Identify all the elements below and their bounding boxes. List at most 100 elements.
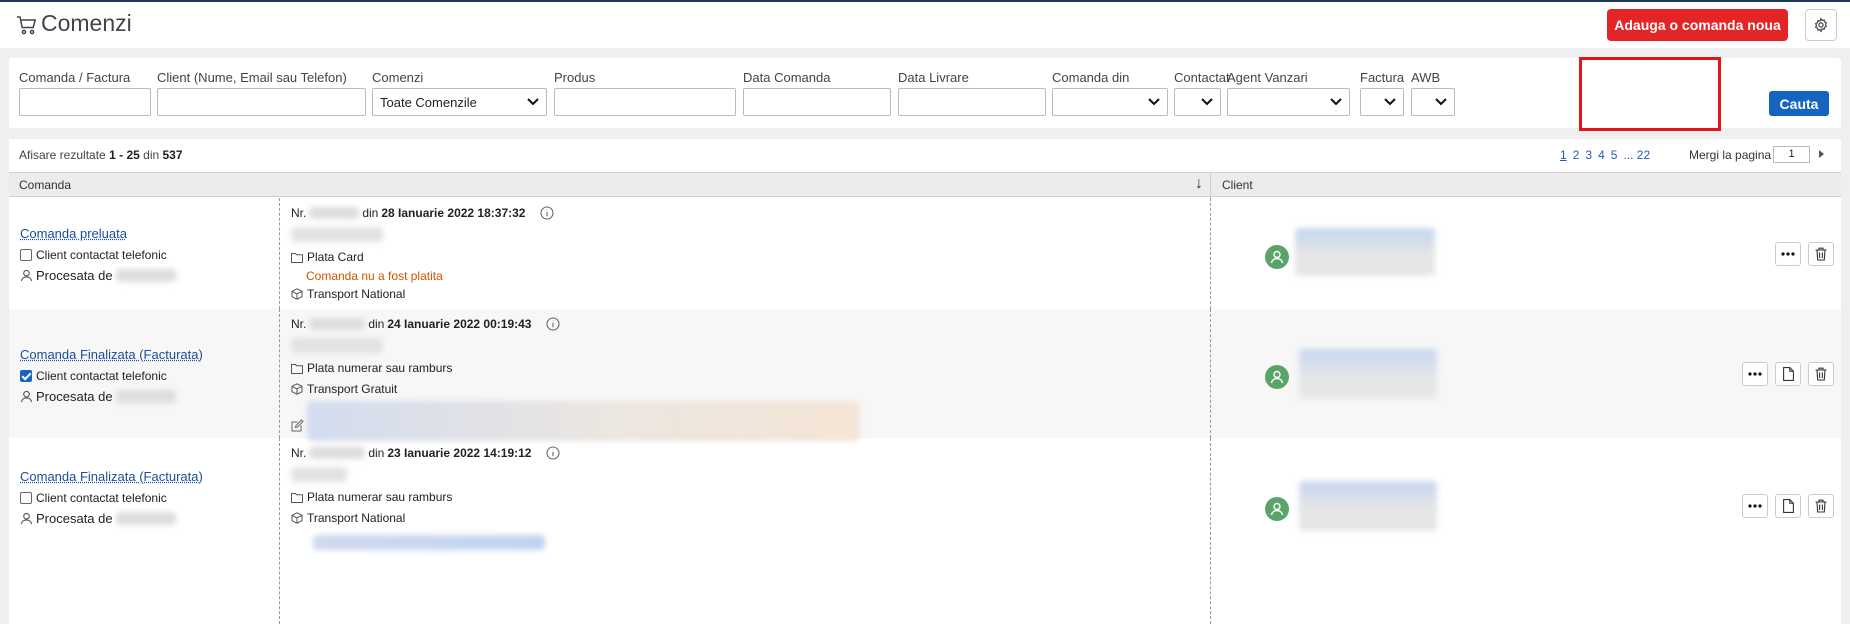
- redacted-operator: [115, 269, 176, 282]
- document-icon: [1782, 367, 1794, 381]
- payment-status: Comanda nu a fost platita: [306, 269, 443, 283]
- transport-method: Transport Gratuit: [291, 382, 397, 396]
- orders-label: Comenzi: [372, 70, 424, 85]
- page-link[interactable]: 1: [1560, 148, 1567, 162]
- order-date: 24 Ianuarie 2022 00:19:43: [387, 317, 532, 331]
- chevron-down-icon: [1148, 98, 1160, 106]
- contacted-label: Contactat: [1174, 70, 1230, 85]
- info-icon[interactable]: [546, 317, 561, 331]
- contacted-checkbox[interactable]: [20, 492, 32, 504]
- info-icon[interactable]: [546, 446, 561, 460]
- chevron-down-icon: [1384, 98, 1396, 106]
- client-avatar: [1265, 245, 1289, 269]
- redacted-order-detail: [291, 338, 383, 353]
- folder-icon: [291, 492, 303, 503]
- column-header-order[interactable]: Comanda: [19, 178, 71, 192]
- add-order-button[interactable]: Adauga o comanda noua: [1607, 9, 1788, 41]
- chevron-down-icon: [1330, 98, 1342, 106]
- order-invoice-label: Comanda / Factura: [19, 70, 131, 85]
- contacted-label: Client contactat telefonic: [36, 491, 167, 505]
- cart-icon: [17, 16, 37, 35]
- user-icon: [1270, 502, 1284, 516]
- page-link[interactable]: 4: [1598, 148, 1605, 162]
- redacted-order-number: [309, 318, 366, 330]
- document-icon: [1782, 499, 1794, 513]
- page-link[interactable]: 3: [1585, 148, 1592, 162]
- orders-select[interactable]: Toate Comenzile: [372, 88, 547, 116]
- client-input[interactable]: [157, 88, 366, 116]
- goto-page-label: Mergi la pagina: [1689, 148, 1772, 162]
- edit-icon[interactable]: [291, 419, 304, 432]
- redacted-order-number: [309, 447, 366, 459]
- invoice-select[interactable]: [1360, 88, 1404, 116]
- order-from-select[interactable]: [1052, 88, 1168, 116]
- page-link[interactable]: 2: [1573, 148, 1580, 162]
- transport-method: Transport National: [291, 511, 405, 525]
- goto-page-arrow-icon[interactable]: [1819, 150, 1824, 158]
- order-date-label: Data Comanda: [743, 70, 831, 85]
- payment-method: Plata Card: [291, 250, 364, 264]
- contacted-select[interactable]: [1174, 88, 1221, 116]
- invoice-document-button[interactable]: [1775, 494, 1801, 518]
- delivery-date-input[interactable]: [898, 88, 1046, 116]
- sales-agent-select[interactable]: [1227, 88, 1350, 116]
- processed-by: Procesata de: [20, 511, 176, 526]
- redacted-client-info: [1299, 349, 1437, 399]
- more-button[interactable]: [1775, 242, 1801, 266]
- contacted-checkbox-row[interactable]: Client contactat telefonic: [20, 369, 167, 383]
- invoice-document-button[interactable]: [1775, 362, 1801, 386]
- page-link[interactable]: ... 22: [1623, 148, 1650, 162]
- order-date-prefix: din: [368, 446, 385, 460]
- awb-select[interactable]: [1411, 88, 1455, 116]
- contacted-checkbox-row[interactable]: Client contactat telefonic: [20, 491, 167, 505]
- contacted-checkbox[interactable]: [20, 370, 32, 382]
- gear-icon: [1814, 17, 1828, 33]
- order-number-line: Nr. din 23 Ianuarie 2022 14:19:12: [291, 446, 561, 460]
- trash-icon: [1815, 499, 1827, 513]
- product-input[interactable]: [554, 88, 736, 116]
- search-button[interactable]: Cauta: [1769, 91, 1829, 116]
- awb-label: AWB: [1411, 70, 1441, 85]
- redacted-client-info: [1295, 228, 1435, 276]
- contacted-checkbox[interactable]: [20, 249, 32, 261]
- user-icon: [20, 390, 33, 403]
- delete-button[interactable]: [1808, 362, 1834, 386]
- column-divider: [279, 309, 280, 438]
- more-button[interactable]: [1742, 362, 1768, 386]
- more-button[interactable]: [1742, 494, 1768, 518]
- highlight-box: [1579, 57, 1721, 131]
- column-divider: [279, 198, 280, 309]
- client-label: Client (Nume, Email sau Telefon): [157, 70, 347, 85]
- order-date-input[interactable]: [743, 88, 891, 116]
- delete-button[interactable]: [1808, 242, 1834, 266]
- contacted-label: Client contactat telefonic: [36, 248, 167, 262]
- redacted-order-detail: [291, 227, 383, 242]
- goto-page-input[interactable]: 1: [1773, 146, 1810, 163]
- order-date: 23 Ianuarie 2022 14:19:12: [387, 446, 532, 460]
- transport-method: Transport National: [291, 287, 405, 301]
- redacted-operator: [115, 512, 176, 525]
- order-invoice-input[interactable]: [19, 88, 151, 116]
- orders-select-value: Toate Comenzile: [380, 94, 477, 110]
- order-status-link[interactable]: Comanda Finalizata (Facturata): [20, 469, 203, 484]
- sort-arrow-icon[interactable]: ↓: [1195, 175, 1203, 193]
- user-icon: [20, 269, 33, 282]
- order-status-link[interactable]: Comanda Finalizata (Facturata): [20, 347, 203, 362]
- page-link[interactable]: 5: [1611, 148, 1618, 162]
- box-icon: [291, 288, 303, 300]
- processed-by: Procesata de: [20, 389, 176, 404]
- settings-button[interactable]: [1805, 9, 1837, 41]
- contacted-checkbox-row[interactable]: Client contactat telefonic: [20, 248, 167, 262]
- page-header: Comenzi Adauga o comanda noua: [0, 2, 1850, 48]
- order-date-prefix: din: [362, 206, 379, 220]
- processed-by-label: Procesata de: [36, 389, 113, 404]
- order-status-link[interactable]: Comanda preluata: [20, 226, 127, 241]
- info-icon[interactable]: [540, 206, 555, 220]
- order-date: 28 Ianuarie 2022 18:37:32: [381, 206, 526, 220]
- delivery-date-label: Data Livrare: [898, 70, 969, 85]
- delete-button[interactable]: [1808, 494, 1834, 518]
- user-icon: [1270, 370, 1284, 384]
- contacted-label: Client contactat telefonic: [36, 369, 167, 383]
- order-from-label: Comanda din: [1052, 70, 1130, 85]
- client-avatar: [1265, 497, 1289, 521]
